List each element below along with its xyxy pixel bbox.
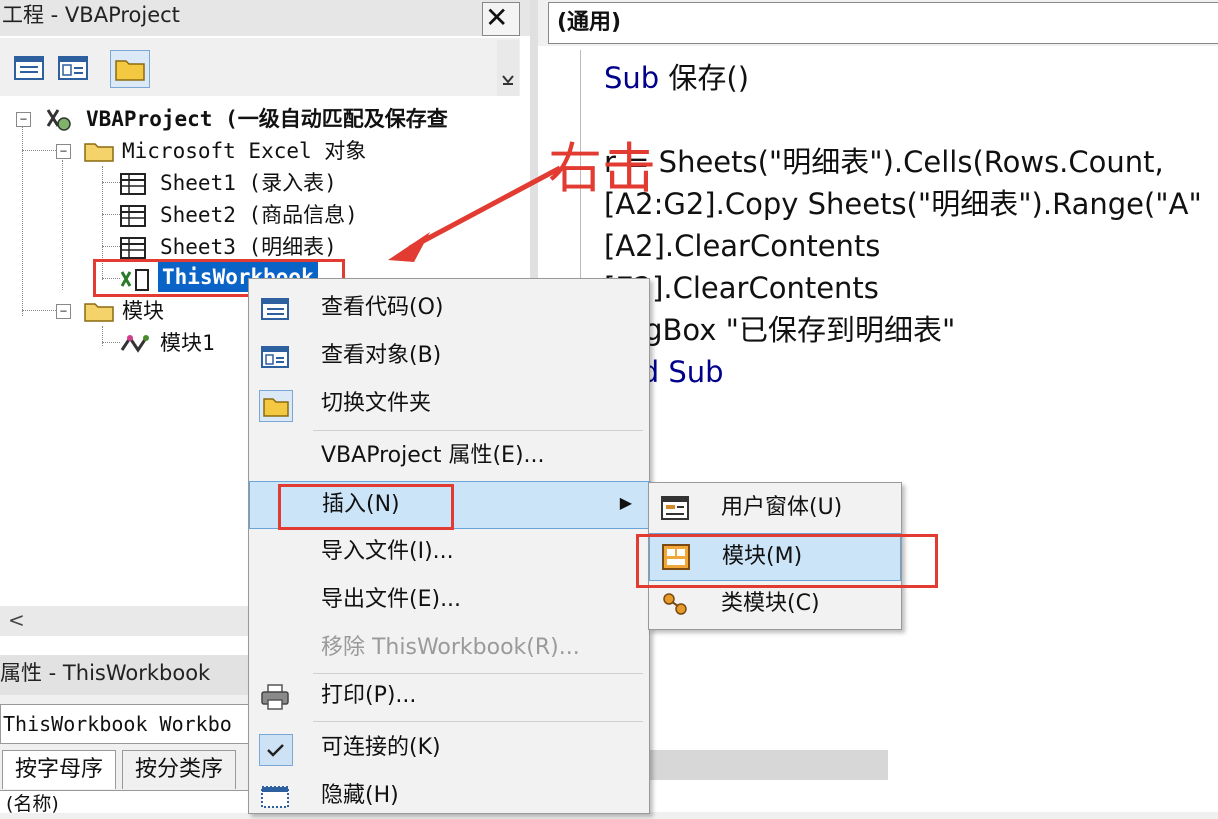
view-code-icon: [261, 298, 289, 320]
menu-item-print[interactable]: 打印(P)...: [249, 673, 649, 719]
properties-tabs: 按字母序 按分类序: [0, 746, 250, 790]
tree-label: Microsoft Excel 对象: [122, 139, 367, 163]
folder-icon: [115, 60, 145, 81]
highlight-box-module: [636, 534, 938, 588]
properties-object-select[interactable]: ThisWorkbook Workbo: [0, 704, 252, 744]
project-explorer-toolbar: [0, 38, 520, 96]
menu-item-dockable[interactable]: 可连接的(K): [249, 725, 649, 771]
view-object-button[interactable]: [54, 50, 92, 86]
tree-label: VBAProject (一级自动匹配及保存查: [86, 107, 448, 131]
check-icon: [259, 734, 293, 766]
worksheet-icon: [120, 173, 146, 195]
submenu-item-userform[interactable]: 用户窗体(U): [649, 485, 899, 531]
folder-icon: [84, 303, 114, 322]
code-line[interactable]: r = Sheets("明细表").Cells(Rows.Count,: [604, 142, 1164, 182]
tree-label: Sheet1 (录入表): [160, 171, 337, 195]
folder-icon: [84, 143, 114, 162]
userform-icon: [661, 496, 689, 520]
class-module-icon: [663, 593, 687, 615]
code-line[interactable]: MsgBox "已保存到明细表": [604, 310, 955, 350]
tree-horizontal-scrollbar[interactable]: <: [0, 606, 250, 636]
context-menu: 查看代码(O) 查看对象(B) 切换文件夹 VBAProject 属性(E)..…: [248, 278, 651, 814]
close-button[interactable]: ✕: [482, 2, 520, 36]
menu-item-remove: 移除 ThisWorkbook(R)...: [321, 635, 580, 660]
object-select-value: ThisWorkbook Workbo: [3, 712, 232, 736]
annotation-arrow-icon: [388, 165, 562, 262]
collapse-icon[interactable]: −: [16, 112, 31, 127]
folder-icon: [259, 390, 293, 422]
menu-item-view-code[interactable]: 查看代码(O): [249, 285, 649, 331]
code-line[interactable]: [A2].ClearContents: [604, 226, 880, 266]
menu-item-hide[interactable]: 隐藏(H): [249, 773, 649, 819]
collapse-icon[interactable]: −: [56, 304, 71, 319]
menu-item-project-properties[interactable]: VBAProject 属性(E)...: [249, 433, 649, 479]
view-code-icon: [14, 56, 44, 80]
object-combo-box[interactable]: (通用): [548, 2, 1218, 44]
tab-alphabetic[interactable]: 按字母序: [2, 750, 116, 789]
properties-row[interactable]: (名称): [0, 790, 250, 813]
tree-label: Sheet2 (商品信息): [160, 203, 358, 227]
toggle-folders-button[interactable]: [110, 50, 150, 88]
code-line[interactable]: [A2:G2].Copy Sheets("明细表").Range("A": [604, 184, 1202, 224]
toolbar-scrollbar[interactable]: [497, 40, 519, 96]
worksheet-icon: [120, 237, 146, 259]
view-object-icon: [261, 346, 289, 368]
close-icon: ✕: [485, 1, 509, 34]
properties-title: 属性 - ThisWorkbook: [0, 661, 211, 685]
vba-project-icon: [46, 109, 71, 131]
view-code-button[interactable]: [10, 50, 48, 86]
menu-item-view-object[interactable]: 查看对象(B): [249, 333, 649, 379]
project-explorer-titlebar: 工程 - VBAProject ✕: [0, 0, 530, 36]
highlight-box-insert: [278, 484, 454, 530]
chevron-down-icon: [502, 75, 514, 85]
module-icon: [120, 335, 149, 353]
tree-label: 模块1: [160, 331, 215, 355]
object-combo-value: (通用): [557, 10, 622, 35]
view-object-icon: [58, 56, 88, 80]
worksheet-icon: [120, 205, 146, 227]
tree-label: 模块: [122, 299, 164, 323]
code-line[interactable]: Sub 保存(): [604, 58, 749, 98]
menu-item-import-file[interactable]: 导入文件(I)...: [249, 529, 649, 575]
properties-titlebar: 属性 - ThisWorkbook: [0, 655, 250, 695]
chevron-right-icon: ▶: [619, 493, 632, 512]
project-explorer-title: 工程 - VBAProject: [2, 3, 180, 27]
tree-label: Sheet3 (明细表): [160, 235, 337, 259]
chevron-left-icon[interactable]: <: [8, 608, 25, 632]
hide-icon: [261, 786, 289, 808]
tab-categorized[interactable]: 按分类序: [122, 750, 236, 789]
printer-icon: [261, 684, 289, 710]
menu-item-toggle-folders[interactable]: 切换文件夹: [249, 381, 649, 427]
property-name: (名称): [6, 793, 59, 813]
collapse-icon[interactable]: −: [56, 144, 71, 159]
menu-item-export-file[interactable]: 导出文件(E)...: [249, 577, 649, 623]
